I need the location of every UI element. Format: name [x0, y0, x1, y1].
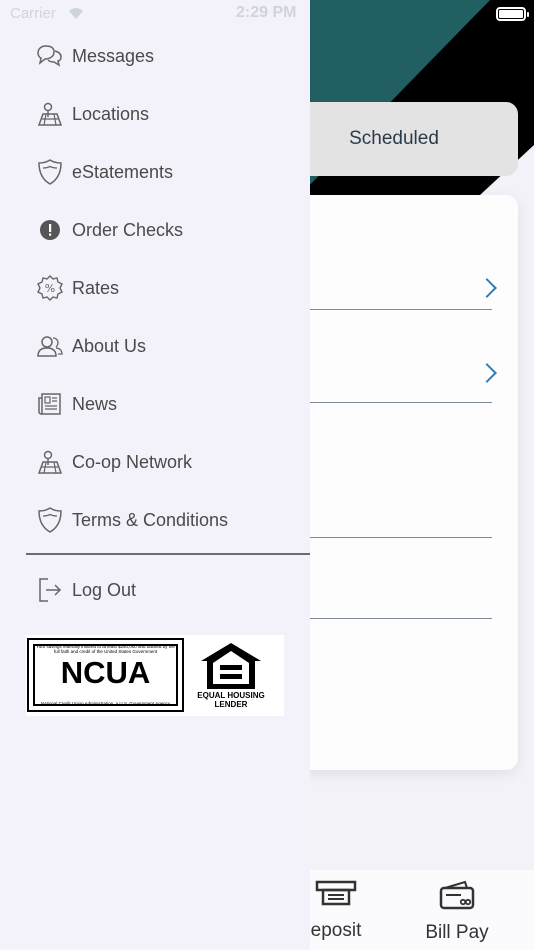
menu-item-label: Co-op Network — [72, 451, 193, 472]
messages-icon — [36, 42, 64, 70]
deposit-icon — [315, 880, 357, 906]
menu-item-label: eStatements — [72, 161, 174, 182]
menu-item-locations[interactable]: Locations — [26, 90, 310, 138]
menu-item-about-us[interactable]: About Us — [26, 322, 310, 370]
chevron-right-icon[interactable] — [477, 278, 497, 298]
ncua-name: NCUA — [60, 655, 151, 690]
news-icon — [36, 390, 64, 418]
nav-bill-pay[interactable]: Bill Pay — [420, 880, 494, 944]
insurance-logos: Your savings federally insured to at lea… — [26, 635, 284, 716]
svg-text:%: % — [45, 282, 55, 295]
menu-item-log-out[interactable]: Log Out — [26, 566, 310, 614]
house-icon — [201, 643, 261, 689]
menu-item-label: Messages — [72, 45, 155, 66]
chevron-right-icon[interactable] — [477, 363, 497, 383]
equal-housing-lender-logo: EQUAL HOUSING LENDER — [194, 639, 268, 711]
nav-bill-pay-label: Bill Pay — [425, 922, 489, 943]
menu-item-label: About Us — [72, 335, 147, 356]
alert-icon — [36, 216, 64, 244]
about-icon — [36, 332, 64, 360]
menu-divider — [26, 553, 310, 555]
shield-icon — [36, 158, 64, 186]
menu-item-label: Log Out — [72, 579, 137, 600]
menu-item-label: Rates — [72, 277, 120, 298]
menu-item-label: Terms & Conditions — [72, 509, 229, 530]
locations-icon — [36, 448, 64, 476]
menu-item-co-op-network[interactable]: Co-op Network — [26, 438, 310, 486]
locations-icon — [36, 100, 64, 128]
side-drawer: Messages Locations eStatements Order Che… — [0, 0, 310, 950]
battery-icon — [496, 7, 529, 21]
menu-item-rates[interactable]: % Rates — [26, 264, 310, 312]
status-time: 2:29 PM — [236, 4, 297, 21]
ehl-line1: EQUAL HOUSING — [197, 691, 265, 700]
ncua-bottom-text: National Credit Union Administration, a … — [40, 701, 171, 706]
menu-item-estatements[interactable]: eStatements — [26, 148, 310, 196]
menu-item-order-checks[interactable]: Order Checks — [26, 206, 310, 254]
rates-icon: % — [36, 274, 64, 302]
status-bar: Carrier 2:29 PM — [0, 0, 534, 28]
shield-icon — [36, 506, 64, 534]
logout-icon — [36, 576, 64, 604]
menu-item-messages[interactable]: Messages — [26, 32, 310, 80]
menu-item-label: Order Checks — [72, 219, 184, 240]
menu-item-label: Locations — [72, 103, 150, 124]
menu-item-label: News — [72, 393, 118, 414]
ncua-top-text: Your savings federally insured to at lea… — [36, 644, 175, 654]
menu-item-terms-conditions[interactable]: Terms & Conditions — [26, 496, 310, 544]
bill-pay-icon — [439, 880, 475, 910]
wifi-icon — [66, 6, 86, 23]
carrier-label: Carrier — [10, 5, 56, 22]
menu-item-news[interactable]: News — [26, 380, 310, 428]
tab-scheduled-label: Scheduled — [349, 128, 439, 149]
ehl-line2: LENDER — [214, 700, 248, 709]
ncua-logo: Your savings federally insured to at lea… — [27, 638, 184, 712]
